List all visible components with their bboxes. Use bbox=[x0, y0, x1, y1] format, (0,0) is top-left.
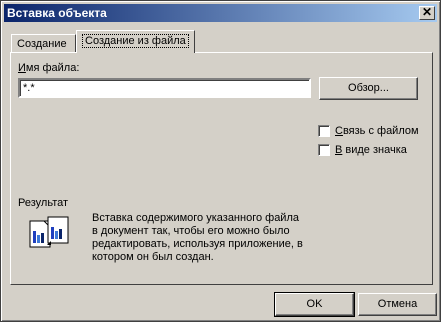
filename-input[interactable] bbox=[18, 78, 311, 98]
dialog-title: Вставка объекта bbox=[7, 6, 107, 20]
browse-button-label: Обзор... bbox=[348, 82, 389, 94]
insert-object-dialog: Вставка объекта ✕ Создание Создание из ф… bbox=[0, 0, 441, 322]
display-as-icon-label[interactable]: В виде значка bbox=[335, 144, 407, 156]
tab-create-from-file[interactable]: Создание из файла bbox=[76, 30, 195, 53]
tab-create[interactable]: Создание bbox=[11, 34, 76, 52]
link-to-file-label[interactable]: Связь с файлом bbox=[335, 125, 419, 137]
filename-label: Имя файла: bbox=[18, 62, 80, 74]
link-to-file-checkbox[interactable] bbox=[318, 125, 330, 137]
result-heading: Результат bbox=[18, 197, 69, 209]
title-bar[interactable]: Вставка объекта ✕ bbox=[4, 4, 437, 22]
close-icon: ✕ bbox=[421, 5, 433, 19]
browse-button[interactable]: Обзор... bbox=[319, 77, 418, 100]
cancel-button[interactable]: Отмена bbox=[358, 293, 437, 316]
ok-button-label: OK bbox=[306, 298, 323, 310]
tab-create-from-file-label: Создание из файла bbox=[82, 34, 189, 48]
cancel-button-label: Отмена bbox=[377, 298, 418, 310]
tab-create-label: Создание bbox=[17, 38, 67, 50]
result-description: Вставка содержимого указанного файла в д… bbox=[92, 212, 303, 263]
insert-object-document-icon bbox=[29, 216, 69, 248]
close-button[interactable]: ✕ bbox=[419, 6, 435, 20]
ok-button[interactable]: OK bbox=[274, 292, 355, 317]
display-as-icon-checkbox[interactable] bbox=[318, 144, 330, 156]
filename-label-rest: мя файла: bbox=[25, 62, 80, 74]
